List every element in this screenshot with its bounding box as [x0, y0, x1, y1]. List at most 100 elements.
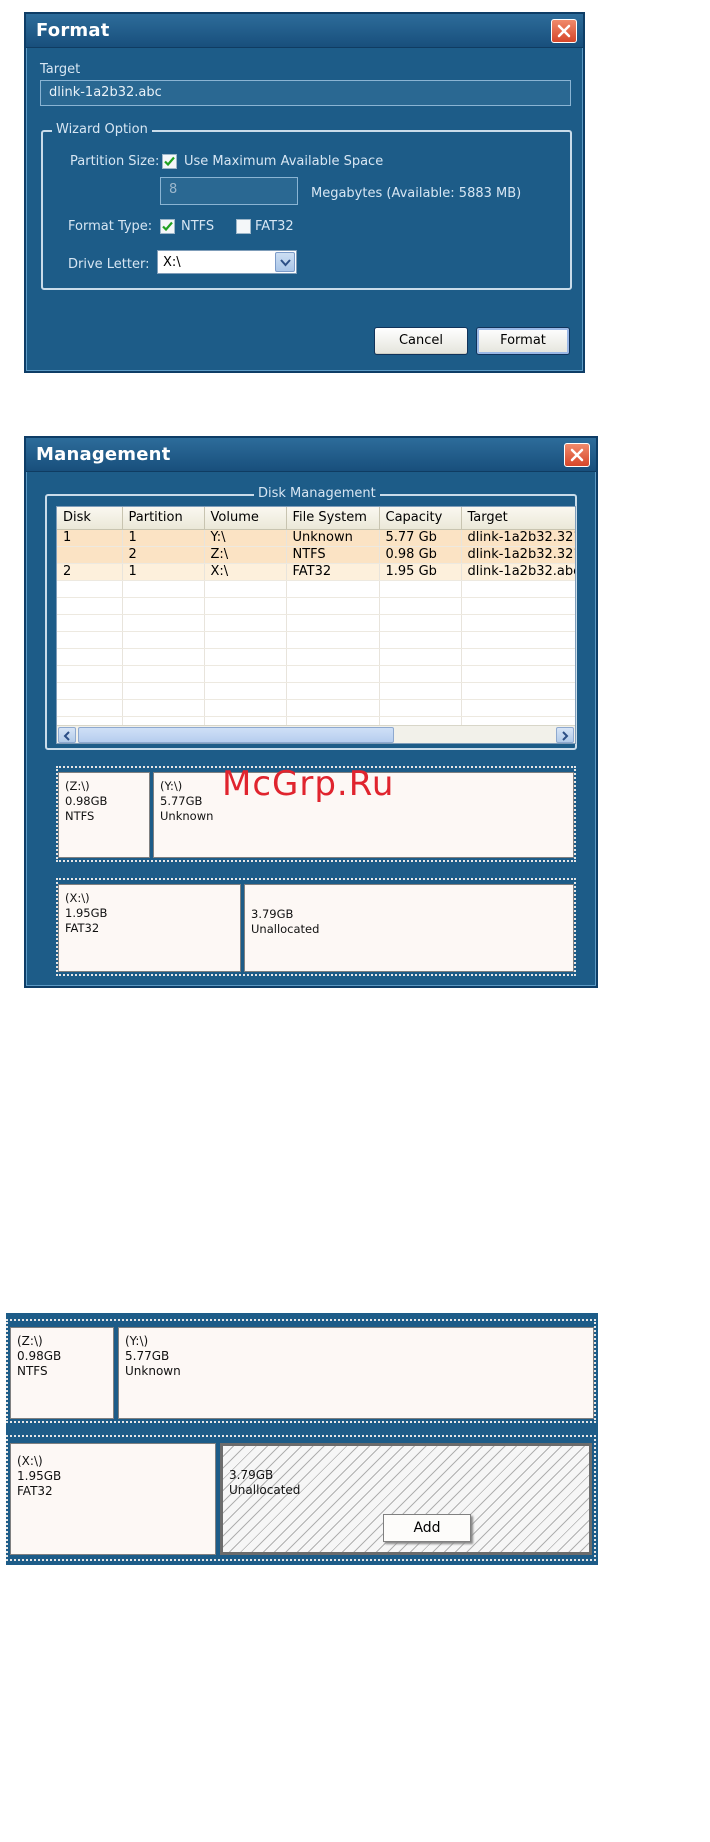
- partition-unallocated[interactable]: 3.79GB Unallocated: [244, 884, 574, 972]
- detail-partition-z-size: 0.98GB: [17, 1349, 62, 1363]
- target-field[interactable]: dlink-1a2b32.abc: [40, 80, 571, 106]
- empty-row: [57, 699, 575, 717]
- col-partition[interactable]: Partition: [122, 507, 205, 530]
- close-icon: [557, 24, 571, 38]
- format-close-button[interactable]: [551, 19, 577, 43]
- use-max-label: Use Maximum Available Space: [184, 154, 384, 169]
- chevron-left-icon: [63, 731, 70, 741]
- cell: 2: [122, 546, 205, 564]
- scroll-right-button[interactable]: [556, 727, 574, 743]
- cell: Y:\: [204, 529, 287, 547]
- partition-z-name: (Z:\): [65, 779, 90, 793]
- empty-row: [57, 682, 575, 700]
- col-target[interactable]: Target: [461, 507, 575, 530]
- detail-partition-y[interactable]: (Y:\) 5.77GB Unknown: [118, 1327, 594, 1419]
- empty-row: [57, 631, 575, 649]
- ntfs-checkbox[interactable]: [160, 219, 175, 234]
- empty-row: [57, 597, 575, 615]
- partition-x-fs: FAT32: [65, 921, 100, 935]
- target-label: Target: [40, 62, 81, 77]
- col-capacity[interactable]: Capacity: [379, 507, 462, 530]
- cancel-button[interactable]: Cancel: [374, 327, 468, 355]
- detail-partition-x[interactable]: (X:\) 1.95GB FAT32: [10, 1443, 216, 1555]
- detail-partition-z-name: (Z:\): [17, 1334, 43, 1348]
- format-title: Format: [36, 20, 110, 41]
- detail-partition-y-fs: Unknown: [125, 1364, 181, 1378]
- col-disk[interactable]: Disk: [57, 507, 123, 530]
- format-dialog: Format Target dlink-1a2b32.abc Wizard Op…: [24, 12, 585, 373]
- management-title: Management: [36, 444, 171, 465]
- empty-row: [57, 648, 575, 666]
- dropdown-arrow[interactable]: [275, 252, 295, 272]
- drive-letter-value: X:\: [163, 255, 181, 270]
- cell: FAT32: [286, 563, 380, 581]
- disk-table[interactable]: Disk Partition Volume File System Capaci…: [56, 506, 576, 744]
- empty-row: [57, 580, 575, 598]
- megabytes-label: Megabytes (Available: 5883 MB): [311, 186, 522, 201]
- cell: 1: [122, 563, 205, 581]
- partition-z[interactable]: (Z:\) 0.98GB NTFS: [58, 772, 150, 858]
- detail-disk2-panel: (X:\) 1.95GB FAT32 3.79GB Unallocated: [6, 1435, 596, 1561]
- partition-x[interactable]: (X:\) 1.95GB FAT32: [58, 884, 241, 972]
- empty-row: [57, 665, 575, 683]
- management-close-button[interactable]: [564, 443, 590, 467]
- format-button[interactable]: Format: [476, 327, 570, 355]
- cell: NTFS: [286, 546, 380, 564]
- cell: Unknown: [286, 529, 380, 547]
- table-row[interactable]: 2 Z:\ NTFS 0.98 Gb dlink-1a2b32.321: [57, 546, 575, 564]
- detail-partition-z-fs: NTFS: [17, 1364, 48, 1378]
- format-type-label: Format Type:: [68, 219, 153, 234]
- partition-x-size: 1.95GB: [65, 906, 108, 920]
- cell: [57, 546, 123, 564]
- management-titlebar: Management: [26, 438, 596, 472]
- partition-x-name: (X:\): [65, 891, 90, 905]
- detail-disk1-panel: (Z:\) 0.98GB NTFS (Y:\) 5.77GB Unknown: [6, 1319, 596, 1423]
- detail-partition-y-name: (Y:\): [125, 1334, 149, 1348]
- detail-partition-z[interactable]: (Z:\) 0.98GB NTFS: [10, 1327, 114, 1419]
- wizard-option-title: Wizard Option: [52, 122, 152, 137]
- empty-row: [57, 614, 575, 632]
- cell: dlink-1a2b32.abc: [461, 563, 575, 581]
- scroll-thumb[interactable]: [78, 727, 394, 743]
- cell: dlink-1a2b32.321: [461, 546, 575, 564]
- size-input[interactable]: 8: [160, 177, 298, 205]
- col-file-system[interactable]: File System: [286, 507, 380, 530]
- partition-y-fs: Unknown: [160, 809, 214, 823]
- format-titlebar: Format: [26, 14, 583, 48]
- cell: 1: [57, 529, 123, 547]
- table-header: Disk Partition Volume File System Capaci…: [57, 507, 575, 530]
- disk2-panel: (X:\) 1.95GB FAT32 3.79GB Unallocated: [56, 878, 576, 976]
- detail-partition-x-name: (X:\): [17, 1454, 43, 1468]
- fat32-label: FAT32: [255, 219, 294, 234]
- detail-unallocated-size: 3.79GB: [229, 1468, 274, 1482]
- detail-partition-x-size: 1.95GB: [17, 1469, 62, 1483]
- cell: 0.98 Gb: [379, 546, 462, 564]
- drive-letter-select[interactable]: X:\: [157, 250, 297, 274]
- fat32-checkbox[interactable]: [236, 219, 251, 234]
- cell: dlink-1a2b32.321: [461, 529, 575, 547]
- col-volume[interactable]: Volume: [204, 507, 287, 530]
- cell: 2: [57, 563, 123, 581]
- cell: X:\: [204, 563, 287, 581]
- table-row[interactable]: 2 1 X:\ FAT32 1.95 Gb dlink-1a2b32.abc: [57, 563, 575, 581]
- chevron-right-icon: [562, 731, 569, 741]
- watermark: McGrp.Ru: [222, 764, 395, 804]
- detail-unallocated-label: Unallocated: [229, 1483, 301, 1497]
- close-icon: [570, 448, 584, 462]
- table-row[interactable]: 1 1 Y:\ Unknown 5.77 Gb dlink-1a2b32.321: [57, 529, 575, 547]
- cell: 1: [122, 529, 205, 547]
- cell: 5.77 Gb: [379, 529, 462, 547]
- unallocated-label: Unallocated: [251, 922, 320, 936]
- partition-z-fs: NTFS: [65, 809, 95, 823]
- partition-size-label: Partition Size:: [70, 154, 160, 169]
- scroll-left-button[interactable]: [58, 727, 76, 743]
- checkmark-icon: [164, 156, 175, 167]
- management-dialog: Management Disk Management Disk Partitio…: [24, 436, 598, 988]
- disk-management-title: Disk Management: [254, 486, 380, 501]
- ntfs-label: NTFS: [181, 219, 215, 234]
- use-max-checkbox[interactable]: [162, 154, 177, 169]
- horizontal-scrollbar[interactable]: [57, 725, 575, 743]
- detail-partition-x-fs: FAT32: [17, 1484, 53, 1498]
- context-menu-add[interactable]: Add: [383, 1514, 471, 1542]
- detail-partition-y-size: 5.77GB: [125, 1349, 170, 1363]
